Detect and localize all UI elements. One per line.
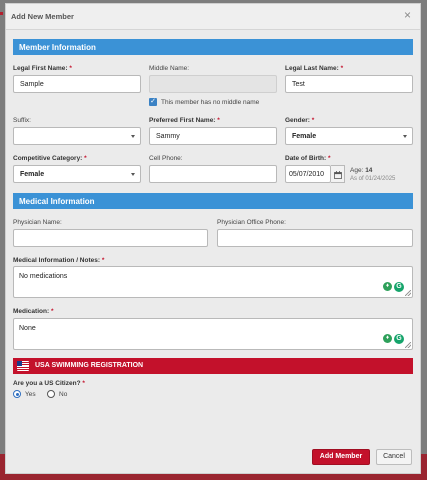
legal-first-name-label: Legal First Name: * <box>13 65 72 72</box>
us-citizen-yes-label[interactable]: Yes <box>25 391 36 398</box>
modal-title: Add New Member <box>11 12 74 21</box>
middle-name-input[interactable] <box>149 75 277 93</box>
legal-last-name-input[interactable]: Test <box>285 75 413 93</box>
chevron-down-icon <box>131 135 135 138</box>
legal-last-name-label: Legal Last Name: * <box>285 65 344 72</box>
background-accent <box>0 12 3 15</box>
medical-notes-label: Medical Information / Notes: * <box>13 257 105 264</box>
competitive-category-label: Competitive Category: * <box>13 155 87 162</box>
age-display: Age: 14 <box>350 167 373 174</box>
chevron-down-icon <box>131 173 135 176</box>
resize-handle[interactable] <box>405 342 411 348</box>
medical-notes-value: No medications <box>19 273 68 280</box>
us-citizen-yes-radio[interactable] <box>13 390 21 398</box>
age-value: 14 <box>365 167 373 174</box>
modal-header: Add New Member × <box>6 4 420 30</box>
age-as-of: As of 01/24/2025 <box>350 176 396 182</box>
middle-name-label: Middle Name: <box>149 65 190 72</box>
add-member-button[interactable]: Add Member <box>312 449 370 465</box>
date-of-birth-label: Date of Birth: * <box>285 155 331 162</box>
calendar-icon[interactable] <box>331 165 345 183</box>
section-medical-information: Medical Information <box>13 193 413 209</box>
suffix-select[interactable] <box>13 127 141 145</box>
grammarly-icon[interactable]: G <box>394 334 404 344</box>
us-citizen-label: Are you a US Citizen? * <box>13 380 85 387</box>
physician-phone-input[interactable] <box>217 229 413 247</box>
competitive-category-select[interactable]: Female <box>13 165 141 183</box>
gender-label: Gender: * <box>285 117 315 124</box>
physician-phone-label: Physician Office Phone: <box>217 219 286 226</box>
preferred-first-name-input[interactable]: Sammy <box>149 127 277 145</box>
grammarly-icon[interactable]: G <box>394 282 404 292</box>
resize-handle[interactable] <box>405 290 411 296</box>
physician-name-label: Physician Name: <box>13 219 62 226</box>
usa-swimming-title: USA SWIMMING REGISTRATION <box>35 362 144 369</box>
preferred-first-name-label: Preferred First Name: * <box>149 117 220 124</box>
cell-phone-input[interactable] <box>149 165 277 183</box>
gender-select[interactable]: Female <box>285 127 413 145</box>
lightbulb-icon[interactable]: ♦ <box>383 334 392 343</box>
no-middle-name-label: This member has no middle name <box>161 99 260 106</box>
us-citizen-no-label[interactable]: No <box>59 391 67 398</box>
suffix-label: Suffix: <box>13 117 31 124</box>
usa-swimming-flag-icon <box>17 361 29 371</box>
chevron-down-icon <box>403 135 407 138</box>
lightbulb-icon[interactable]: ♦ <box>383 282 392 291</box>
us-citizen-no-radio[interactable] <box>47 390 55 398</box>
checkbox-checked-icon[interactable]: ✓ <box>149 98 157 106</box>
competitive-category-value: Female <box>20 171 45 178</box>
add-member-modal: Add New Member × Member Information Lega… <box>5 3 421 474</box>
date-of-birth-input[interactable]: 05/07/2010 <box>285 165 331 183</box>
physician-name-input[interactable] <box>13 229 208 247</box>
section-member-information: Member Information <box>13 39 413 55</box>
cancel-button[interactable]: Cancel <box>376 449 412 465</box>
legal-first-name-input[interactable]: Sample <box>13 75 141 93</box>
medical-notes-textarea[interactable]: No medications ♦ G <box>13 266 413 298</box>
close-icon[interactable]: × <box>404 9 411 21</box>
cell-phone-label: Cell Phone: <box>149 155 183 162</box>
medication-label: Medication: * <box>13 308 54 315</box>
medication-textarea[interactable]: None ♦ G <box>13 318 413 350</box>
gender-value: Female <box>292 133 317 140</box>
section-usa-swimming: USA SWIMMING REGISTRATION <box>13 358 413 374</box>
medication-value: None <box>19 325 36 332</box>
